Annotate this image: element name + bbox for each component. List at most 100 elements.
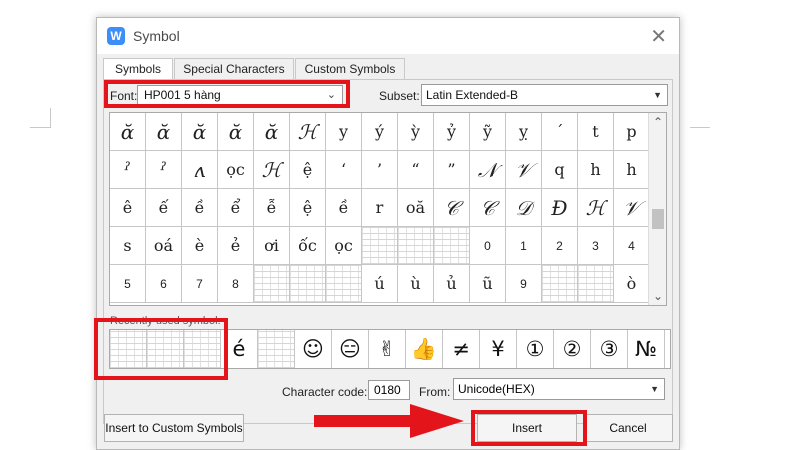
symbol-cell[interactable]: ỷ	[434, 113, 470, 151]
recent-symbol-cell[interactable]: №	[628, 330, 665, 368]
symbol-cell[interactable]: p	[614, 113, 650, 151]
symbol-cell[interactable]: ơi	[254, 227, 290, 265]
symbol-cell[interactable]: ɑ̆	[182, 113, 218, 151]
recent-symbol-cell[interactable]: 😑	[332, 330, 369, 368]
symbol-cell[interactable]: ú	[362, 265, 398, 303]
symbol-cell[interactable]: 5	[110, 265, 146, 303]
recent-symbol-cell[interactable]: ≠	[443, 330, 480, 368]
symbol-cell[interactable]: ò	[614, 265, 650, 303]
symbol-cell[interactable]: 6	[146, 265, 182, 303]
symbol-cell[interactable]: ỳ	[398, 113, 434, 151]
symbol-cell[interactable]: oă	[398, 189, 434, 227]
recent-symbol-cell[interactable]: ¥	[480, 330, 517, 368]
symbol-cell[interactable]: 𝒞	[470, 189, 506, 227]
symbol-cell[interactable]: ˀ	[110, 151, 146, 189]
symbol-cell[interactable]: ể	[218, 189, 254, 227]
symbol-cell[interactable]: 1	[506, 227, 542, 265]
symbol-cell[interactable]	[254, 265, 290, 303]
symbol-cell[interactable]: ủ	[434, 265, 470, 303]
symbol-cell[interactable]: r	[362, 189, 398, 227]
symbol-cell[interactable]: ℋ	[254, 151, 290, 189]
recent-symbol-cell[interactable]: ☺	[295, 330, 332, 368]
recent-symbol-cell[interactable]	[147, 330, 184, 368]
symbol-cell[interactable]: ʌ	[182, 151, 218, 189]
scroll-thumb[interactable]	[652, 209, 664, 229]
cancel-button[interactable]: Cancel	[583, 414, 673, 442]
scroll-down-icon[interactable]: ⌄	[649, 289, 666, 303]
insert-to-custom-symbols-button[interactable]: Insert to Custom Symbols	[104, 414, 244, 442]
symbol-cell[interactable]: ọc	[326, 227, 362, 265]
symbol-cell[interactable]: ề	[326, 189, 362, 227]
character-code-input[interactable]: 0180	[368, 380, 410, 400]
symbol-cell[interactable]: ù	[398, 265, 434, 303]
symbol-cell[interactable]: ốc	[290, 227, 326, 265]
symbol-cell[interactable]: ỵ	[506, 113, 542, 151]
symbol-cell[interactable]: ọc	[218, 151, 254, 189]
recent-symbol-cell[interactable]: ③	[591, 330, 628, 368]
symbol-cell[interactable]: ˀ	[146, 151, 182, 189]
symbol-cell[interactable]: “	[398, 151, 434, 189]
symbol-cell[interactable]: h	[614, 151, 650, 189]
font-select[interactable]: HP001 5 hàng ⌄	[137, 85, 343, 105]
symbol-cell[interactable]: è	[182, 227, 218, 265]
subset-select[interactable]: Latin Extended-B ▼	[421, 84, 668, 106]
symbol-cell[interactable]: oá	[146, 227, 182, 265]
symbol-cell[interactable]: 7	[182, 265, 218, 303]
insert-button[interactable]: Insert	[477, 414, 577, 442]
tab-special-characters[interactable]: Special Characters	[174, 58, 294, 80]
symbol-cell[interactable]: Đ	[542, 189, 578, 227]
symbol-cell[interactable]: ễ	[254, 189, 290, 227]
symbol-cell[interactable]: ɑ̆	[110, 113, 146, 151]
symbol-cell[interactable]: 8	[218, 265, 254, 303]
symbol-cell[interactable]: ý	[362, 113, 398, 151]
recent-symbol-cell[interactable]: ②	[554, 330, 591, 368]
symbol-cell[interactable]: 9	[506, 265, 542, 303]
symbol-cell[interactable]: 4	[614, 227, 650, 265]
close-icon[interactable]: ✕	[650, 24, 667, 49]
symbol-cell[interactable]: ệ	[290, 189, 326, 227]
symbol-cell[interactable]	[542, 265, 578, 303]
symbol-cell[interactable]	[398, 227, 434, 265]
symbol-cell[interactable]: 𝒟	[506, 189, 542, 227]
symbol-cell[interactable]	[326, 265, 362, 303]
symbol-cell[interactable]: ”	[434, 151, 470, 189]
symbol-cell[interactable]: ề	[182, 189, 218, 227]
symbol-cell[interactable]: ‘	[326, 151, 362, 189]
symbol-cell[interactable]: s	[110, 227, 146, 265]
symbol-cell[interactable]: ế	[146, 189, 182, 227]
symbol-cell[interactable]	[362, 227, 398, 265]
symbol-cell[interactable]: 𝒱	[506, 151, 542, 189]
recent-symbol-cell[interactable]	[110, 330, 147, 368]
symbol-cell[interactable]: 𝒞	[434, 189, 470, 227]
symbol-cell[interactable]: ũ	[470, 265, 506, 303]
symbol-cell[interactable]: h	[578, 151, 614, 189]
symbol-cell[interactable]: ˊ	[542, 113, 578, 151]
symbol-cell[interactable]: ℋ	[290, 113, 326, 151]
symbol-cell[interactable]: y	[326, 113, 362, 151]
recent-symbol-cell[interactable]: ①	[517, 330, 554, 368]
symbol-cell[interactable]: 𝒩	[470, 151, 506, 189]
recent-symbol-cell[interactable]	[258, 330, 295, 368]
recent-symbol-cell[interactable]: é	[221, 330, 258, 368]
symbol-cell[interactable]: 2	[542, 227, 578, 265]
symbol-cell[interactable]: ɑ̆	[218, 113, 254, 151]
tab-custom-symbols[interactable]: Custom Symbols	[295, 58, 405, 80]
recent-symbol-cell[interactable]: 👍	[406, 330, 443, 368]
symbol-cell[interactable]: 0	[470, 227, 506, 265]
from-select[interactable]: Unicode(HEX) ▼	[453, 378, 665, 400]
symbol-cell[interactable]: ’	[362, 151, 398, 189]
tab-symbols[interactable]: Symbols	[103, 58, 173, 81]
symbol-cell[interactable]: ệ	[290, 151, 326, 189]
symbol-cell[interactable]: ê	[110, 189, 146, 227]
symbol-cell[interactable]: ɑ̆	[254, 113, 290, 151]
symbol-cell[interactable]: 𝒱	[614, 189, 650, 227]
symbol-cell[interactable]	[290, 265, 326, 303]
symbol-cell[interactable]: t	[578, 113, 614, 151]
scroll-up-icon[interactable]: ⌃	[649, 115, 666, 129]
grid-scrollbar[interactable]: ⌃ ⌄	[648, 113, 666, 305]
symbol-cell[interactable]: ɑ̆	[146, 113, 182, 151]
symbol-cell[interactable]	[434, 227, 470, 265]
symbol-cell[interactable]	[578, 265, 614, 303]
symbol-cell[interactable]: 3	[578, 227, 614, 265]
recent-symbol-cell[interactable]	[184, 330, 221, 368]
